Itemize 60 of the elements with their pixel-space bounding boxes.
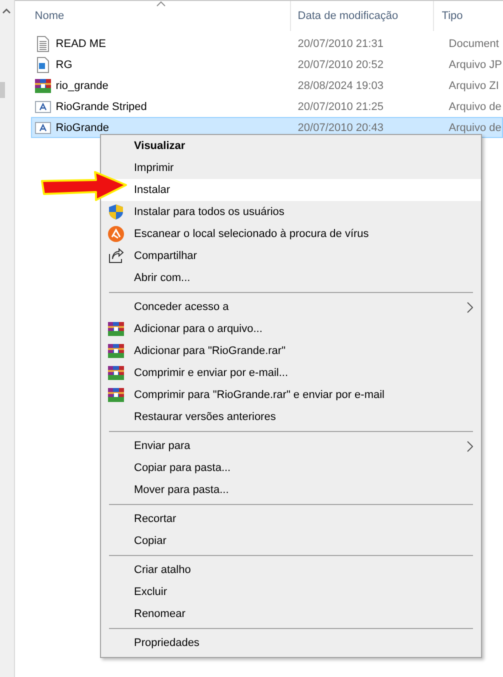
file-name: rio_grande: [56, 80, 108, 92]
file-row[interactable]: RioGrande Striped 20/07/2010 21:25 Arquivo de: [30, 96, 503, 117]
menu-item[interactable]: Imprimir: [101, 157, 481, 179]
file-row[interactable]: rio_grande 28/08/2024 19:03 Arquivo ZI: [30, 75, 503, 96]
modified-date: 20/07/2010 20:52: [296, 58, 384, 70]
menu-item[interactable]: Mover para pasta...: [101, 479, 481, 501]
menu-item[interactable]: Enviar para: [101, 435, 481, 457]
menu-item[interactable]: Conceder acesso a: [101, 296, 481, 318]
file-name: RG: [56, 58, 72, 70]
shield-icon: [108, 204, 124, 220]
menu-item[interactable]: Renomear: [101, 603, 481, 625]
menu-item[interactable]: Instalar para todos os usuários: [101, 201, 481, 223]
menu-item[interactable]: Abrir com...: [101, 267, 481, 289]
image-file-icon: [34, 56, 51, 72]
books-icon: [108, 387, 124, 403]
modified-date: 28/08/2024 19:03: [296, 80, 384, 92]
share-icon: [108, 248, 124, 264]
antivirus-icon: [108, 226, 124, 242]
menu-item[interactable]: Instalar: [101, 179, 481, 201]
file-name: READ ME: [56, 38, 106, 50]
column-header[interactable]: Nome: [14, 1, 291, 31]
font-file-icon: [34, 98, 51, 114]
menu-item[interactable]: Compartilhar: [101, 245, 481, 267]
menu-item[interactable]: Visualizar: [101, 135, 481, 157]
menu-item[interactable]: Adicionar para o arquivo...: [101, 318, 481, 340]
books-icon: [108, 343, 124, 359]
scroll-thumb[interactable]: [0, 82, 5, 98]
menu-item[interactable]: Copiar: [101, 530, 481, 552]
file-type: Arquivo de: [448, 100, 502, 112]
books-icon: [108, 365, 124, 381]
menu-item[interactable]: Recortar: [101, 508, 481, 530]
file-name: RioGrande Striped: [56, 100, 147, 112]
books-icon: [108, 321, 124, 337]
menu-item[interactable]: Copiar para pasta...: [101, 457, 481, 479]
modified-date: 20/07/2010 21:25: [296, 100, 384, 112]
sort-icon: [156, 1, 166, 7]
file-type: Arquivo ZI: [448, 80, 499, 92]
file-type: Arquivo JP: [448, 58, 502, 70]
file-type: Document: [448, 38, 499, 50]
scroll-up-icon[interactable]: [2, 8, 12, 14]
menu-item[interactable]: Adicionar para "RioGrande.rar": [101, 340, 481, 362]
menu-item[interactable]: Escanear o local selecionado à procura de vírus: [101, 223, 481, 245]
menu-item[interactable]: Criar atalho: [101, 559, 481, 581]
menu-item[interactable]: Comprimir para "RioGrande.rar" e enviar por e-mail: [101, 384, 481, 406]
file-row[interactable]: READ ME 20/07/2010 21:31 Document: [30, 33, 503, 54]
books-icon: [34, 78, 51, 94]
scrollbar[interactable]: [0, 0, 15, 677]
file-name: RioGrande: [56, 122, 109, 134]
column-header[interactable]: Data de modificação: [290, 1, 434, 31]
file-type: Arquivo de: [448, 122, 502, 134]
column-header[interactable]: Tipo: [434, 1, 503, 31]
font-file-icon: [34, 120, 51, 136]
modified-date: 20/07/2010 21:31: [296, 38, 384, 50]
modified-date: 20/07/2010 20:43: [296, 122, 384, 134]
menu-item[interactable]: Excluir: [101, 581, 481, 603]
menu-item[interactable]: Propriedades: [101, 632, 481, 654]
document-icon: [34, 36, 51, 52]
menu-item[interactable]: Restaurar versões anteriores: [101, 406, 481, 428]
file-row[interactable]: RG 20/07/2010 20:52 Arquivo JP: [30, 54, 503, 75]
menu-item[interactable]: Comprimir e enviar por e-mail...: [101, 362, 481, 384]
